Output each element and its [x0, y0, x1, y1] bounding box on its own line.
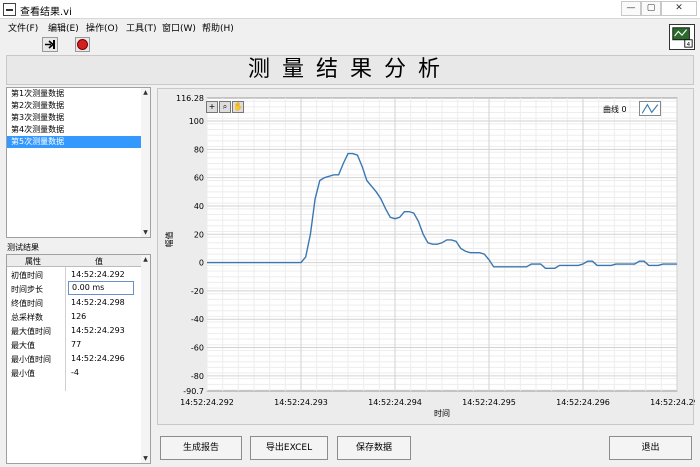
scroll-down-icon[interactable]: ▼ — [142, 455, 149, 462]
list-item-selected[interactable]: 第5次测量数据 — [7, 136, 150, 148]
list-item[interactable]: 第4次测量数据 — [7, 124, 150, 136]
title-bar: 查看结果.vi — ▢ ✕ — [0, 0, 700, 19]
measurement-listbox[interactable]: 第1次测量数据 第2次测量数据 第3次测量数据 第4次测量数据 第5次测量数据 … — [6, 87, 151, 238]
y-tick-label: -20 — [191, 287, 204, 296]
list-item[interactable]: 第2次测量数据 — [7, 100, 150, 112]
scroll-up-icon[interactable]: ▲ — [142, 256, 149, 263]
exit-button[interactable]: 退出 — [609, 436, 692, 460]
table-row: 最小值时间 14:52:24.296 — [7, 351, 150, 365]
row-value: 14:52:24.293 — [71, 326, 125, 335]
table-row: 时间步长 0.00 ms — [7, 281, 150, 295]
chart-svg[interactable]: 116.28 100 80 60 40 20 0 -20 -40 -60 -80 -90.7 14:52… — [158, 89, 695, 426]
y-tick-label: 116.28 — [176, 94, 204, 103]
results-table[interactable]: 属性 值 初值时间 14:52:24.292 时间步长 0.00 ms 终值时间 14… — [6, 254, 151, 464]
results-label: 测试结果 — [7, 243, 39, 252]
minimize-button[interactable]: — — [621, 1, 641, 16]
table-scrollbar[interactable]: ▲ ▼ — [141, 255, 150, 463]
y-tick-label: 100 — [189, 117, 204, 126]
menu-file[interactable]: 文件(F) — [8, 21, 38, 34]
toolbar — [0, 34, 700, 54]
abort-stop-icon[interactable] — [75, 37, 90, 52]
results-header: 属性 值 — [7, 255, 150, 267]
cursor-move-icon[interactable]: + — [206, 101, 218, 113]
y-tick-label: -40 — [191, 315, 204, 324]
run-arrow-icon[interactable] — [42, 37, 58, 52]
menu-operate[interactable]: 操作(O) — [86, 21, 118, 34]
y-tick-label: 80 — [194, 145, 204, 154]
y-tick-label: 40 — [194, 202, 204, 211]
row-name: 时间步长 — [11, 285, 43, 294]
export-excel-button[interactable]: 导出EXCEL — [250, 436, 328, 460]
maximize-button[interactable]: ▢ — [641, 1, 661, 16]
menu-tools[interactable]: 工具(T) — [126, 21, 157, 34]
y-tick-label: 20 — [194, 230, 204, 239]
row-value: 14:52:24.292 — [71, 270, 125, 279]
header-band: 测量结果分析 — [6, 55, 694, 85]
legend-line-swatch[interactable] — [639, 101, 661, 116]
page-title: 测量结果分析 — [247, 57, 452, 82]
menu-window[interactable]: 窗口(W) — [162, 21, 196, 34]
vi-app-icon — [3, 3, 16, 16]
x-tick-label: 14:52:24.294 — [368, 398, 422, 407]
row-value: 77 — [71, 340, 82, 349]
y-tick-label: -90.7 — [183, 387, 204, 396]
table-row: 初值时间 14:52:24.292 — [7, 267, 150, 281]
list-scrollbar[interactable]: ▲ ▼ — [141, 88, 150, 237]
table-row: 最大值时间 14:52:24.293 — [7, 323, 150, 337]
list-item[interactable]: 第3次测量数据 — [7, 112, 150, 124]
pan-hand-icon[interactable]: ✋ — [232, 101, 244, 113]
table-row: 总采样数 126 — [7, 309, 150, 323]
waveform-chart[interactable]: 116.28 100 80 60 40 20 0 -20 -40 -60 -80 -90.7 14:52… — [157, 88, 695, 426]
plot-legend[interactable]: 曲线 0 — [603, 101, 673, 117]
row-name: 最小值时间 — [11, 355, 51, 364]
table-row: 最大值 77 — [7, 337, 150, 351]
table-row: 最小值 -4 — [7, 365, 150, 379]
y-tick-label: -60 — [191, 344, 204, 353]
col-value-header: 值 — [95, 257, 103, 266]
close-button[interactable]: ✕ — [661, 1, 697, 16]
x-tick-label: 14:52:24.296 — [556, 398, 610, 407]
x-axis-label: 时间 — [434, 408, 450, 418]
menu-edit[interactable]: 编辑(E) — [48, 21, 79, 34]
row-value: 126 — [71, 312, 87, 321]
window-title: 查看结果.vi — [20, 7, 72, 18]
y-tick-label: 0 — [199, 259, 204, 268]
y-tick-label: -80 — [191, 372, 204, 381]
menu-help[interactable]: 帮助(H) — [202, 21, 234, 34]
x-tick-label: 14:52:24.293 — [274, 398, 328, 407]
row-name: 最大值 — [11, 341, 35, 350]
menu-bar: 文件(F) 编辑(E) 操作(O) 工具(T) 窗口(W) 帮助(H) — [0, 19, 700, 34]
legend-label: 曲线 0 — [603, 105, 627, 114]
scroll-up-icon[interactable]: ▲ — [142, 89, 149, 96]
y-axis-label: 幅值 — [164, 232, 174, 248]
row-value: -4 — [71, 368, 79, 377]
table-row: 终值时间 14:52:24.298 — [7, 295, 150, 309]
row-name: 总采样数 — [11, 313, 43, 322]
row-value-edit[interactable]: 0.00 ms — [68, 281, 134, 295]
col-name-header: 属性 — [25, 257, 41, 266]
x-tick-label: 14:52:24.295 — [462, 398, 516, 407]
row-name: 最小值 — [11, 369, 35, 378]
y-tick-label: 60 — [194, 174, 204, 183]
x-tick-label: 14:52:24.292 — [180, 398, 234, 407]
row-name: 终值时间 — [11, 299, 43, 308]
scroll-down-icon[interactable]: ▼ — [142, 229, 149, 236]
x-tick-label: 14:52:24.297 — [650, 398, 695, 407]
graph-palette: + ⌕ ✋ — [206, 101, 246, 113]
list-item[interactable]: 第1次测量数据 — [7, 88, 150, 100]
svg-text:4: 4 — [687, 42, 691, 48]
row-name: 初值时间 — [11, 271, 43, 280]
vi-connector-icon: 4 — [669, 24, 695, 50]
generate-report-button[interactable]: 生成报告 — [160, 436, 242, 460]
row-value: 14:52:24.296 — [71, 354, 125, 363]
save-data-button[interactable]: 保存数据 — [337, 436, 411, 460]
row-name: 最大值时间 — [11, 327, 51, 336]
row-value: 14:52:24.298 — [71, 298, 125, 307]
zoom-icon[interactable]: ⌕ — [219, 101, 231, 113]
